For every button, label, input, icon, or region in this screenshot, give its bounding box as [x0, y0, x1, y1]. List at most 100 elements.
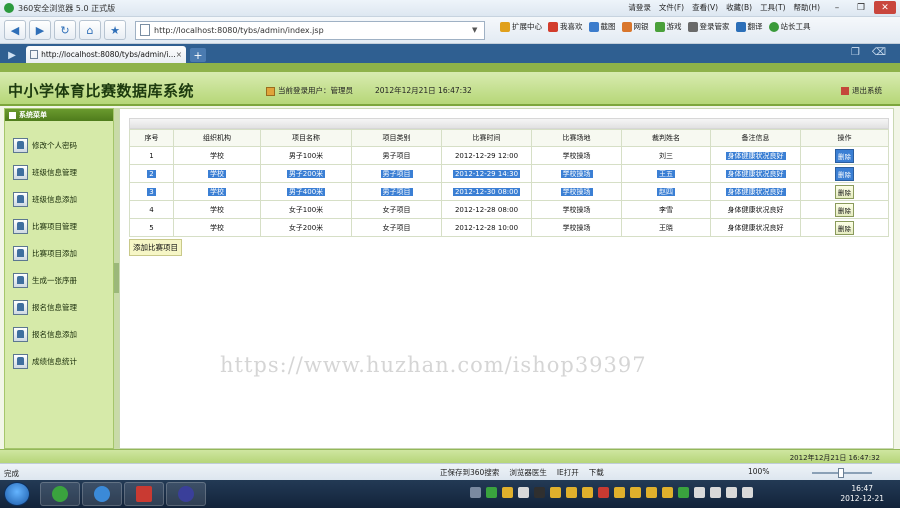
favorite-star-icon[interactable]: ★ — [104, 20, 126, 40]
taskbar-clock[interactable]: 16:47 2012-12-21 — [840, 484, 884, 504]
zoom-level[interactable]: 100% — [748, 467, 769, 476]
logout-link[interactable]: 退出系统 — [841, 85, 882, 96]
sidebar-item-class-add[interactable]: 班级信息添加 — [13, 189, 77, 209]
sidebar-item-label: 班级信息管理 — [32, 167, 77, 177]
sidebar-item-label: 报名信息添加 — [32, 329, 77, 339]
delete-button[interactable]: 删除 — [835, 184, 854, 199]
remarks-text: 身体健康状况良好 — [725, 187, 786, 196]
menu-favorites[interactable]: 收藏(B) — [726, 2, 752, 13]
volume-icon[interactable] — [742, 487, 753, 498]
delete-button[interactable]: 删除 — [835, 148, 854, 163]
qq-icon[interactable] — [646, 487, 657, 498]
menu-view[interactable]: 查看(V) — [692, 2, 718, 13]
tray-icon[interactable] — [518, 487, 529, 498]
sidebar-item-event-manage[interactable]: 比赛项目管理 — [13, 216, 77, 236]
qq-icon[interactable] — [582, 487, 593, 498]
webmaster-tools-button[interactable]: 站长工具 — [768, 21, 811, 32]
screenshot-button[interactable]: 截图 — [588, 21, 616, 32]
toolbox-icon — [136, 486, 152, 502]
new-tab-icon[interactable]: + — [190, 48, 206, 62]
taskbar-360-browser[interactable] — [40, 482, 80, 506]
sidebar-toggle-icon[interactable]: ▶ — [4, 47, 20, 63]
tray-icon[interactable] — [694, 487, 705, 498]
menu-help[interactable]: 帮助(H) — [794, 2, 821, 13]
trash-icon[interactable]: ⌫ — [872, 47, 886, 58]
status-download[interactable]: 下载 — [589, 467, 604, 478]
gamepad-icon — [654, 22, 665, 32]
forward-icon[interactable]: ▶ — [29, 20, 51, 40]
menu-login[interactable]: 请登录 — [628, 2, 651, 13]
sidebar-item-signup-add[interactable]: 报名信息添加 — [13, 324, 77, 344]
cell-event-category: 男子项目 — [351, 146, 442, 165]
sidebar-item-label: 生成一张序册 — [32, 275, 77, 285]
tray-icon[interactable] — [598, 487, 609, 498]
sidebar-item-change-password[interactable]: 修改个人密码 — [13, 135, 77, 155]
status-ie-open[interactable]: IE打开 — [557, 467, 579, 478]
delete-button[interactable]: 删除 — [835, 202, 854, 217]
qq-icon[interactable] — [566, 487, 577, 498]
taskbar-app-red[interactable] — [124, 482, 164, 506]
browser-title-bar: 360安全浏览器 5.0 正式版 请登录 文件(F) 查看(V) 收藏(B) 工… — [0, 0, 900, 17]
url-input[interactable] — [154, 25, 454, 35]
minimize-icon[interactable]: – — [826, 1, 848, 14]
delete-button[interactable]: 删除 — [835, 166, 854, 181]
windows-icon[interactable]: ❐ — [851, 47, 860, 58]
taskbar-eclipse[interactable] — [166, 482, 206, 506]
tray-icon[interactable] — [470, 487, 481, 498]
login-manager-button[interactable]: 登录管家 — [687, 21, 730, 32]
start-button[interactable] — [4, 482, 30, 506]
qq-icon[interactable] — [614, 487, 625, 498]
sidebar-header: 系统菜单 — [5, 109, 113, 121]
sidebar-item-signup-manage[interactable]: 报名信息管理 — [13, 297, 77, 317]
cell-venue: 学校操场 — [531, 200, 622, 219]
close-icon[interactable]: ✕ — [874, 1, 896, 14]
cell-match-time: 2012-12-30 08:00 — [441, 182, 532, 201]
delete-button[interactable]: 删除 — [835, 220, 854, 235]
network-icon[interactable] — [726, 487, 737, 498]
cell-organization: 学校 — [173, 182, 261, 201]
tray-icon[interactable] — [534, 487, 545, 498]
qq-icon[interactable] — [662, 487, 673, 498]
tray-icon[interactable] — [502, 487, 513, 498]
tray-icon[interactable] — [486, 487, 497, 498]
menu-tools[interactable]: 工具(T) — [760, 2, 785, 13]
sidebar-item-event-add[interactable]: 比赛项目添加 — [13, 243, 77, 263]
refresh-icon[interactable]: ↻ — [54, 20, 76, 40]
status-doctor[interactable]: 浏览器医生 — [509, 467, 547, 478]
restore-icon[interactable]: ❐ — [850, 1, 872, 14]
zoom-slider-knob[interactable] — [838, 468, 844, 478]
cell-organization: 学校 — [173, 200, 261, 219]
menu-file[interactable]: 文件(F) — [659, 2, 684, 13]
webmaster-icon — [768, 22, 779, 32]
cell-venue: 学校操场 — [531, 146, 622, 165]
user-card-icon — [13, 245, 28, 261]
address-bar[interactable]: ▼ — [135, 20, 485, 40]
qq-icon[interactable] — [630, 487, 641, 498]
status-search[interactable]: 正保存到360搜索 — [440, 467, 499, 478]
taskbar-ie[interactable] — [82, 482, 122, 506]
tray-icon[interactable] — [678, 487, 689, 498]
tab-active[interactable]: http://localhost:8080/tybs/admin/i... × — [26, 46, 186, 63]
system-tray — [470, 487, 753, 498]
user-icon — [266, 86, 275, 96]
tray-icon[interactable] — [710, 487, 721, 498]
sidebar-item-class-manage[interactable]: 班级信息管理 — [13, 162, 77, 182]
close-tab-icon[interactable]: × — [176, 50, 182, 59]
like-button[interactable]: 我喜欢 — [548, 21, 583, 32]
cell-match-time: 2012-12-28 08:00 — [441, 200, 532, 219]
bank-button[interactable]: 网银 — [621, 21, 649, 32]
qq-icon[interactable] — [550, 487, 561, 498]
scissors-icon — [588, 22, 599, 32]
home-icon[interactable]: ⌂ — [79, 20, 101, 40]
sidebar-item-generate-order[interactable]: 生成一张序册 — [13, 270, 77, 290]
main-content: 序号 组织机构 项目名称 项目类别 比赛时间 比赛场地 裁判姓名 备注信息 操作… — [119, 108, 894, 449]
col-header-event-category: 项目类别 — [351, 129, 442, 147]
translate-button[interactable]: 翻译 — [735, 21, 763, 32]
sidebar-item-score-stats[interactable]: 成绩信息统计 — [13, 351, 77, 371]
games-button[interactable]: 游戏 — [654, 21, 682, 32]
extensions-button[interactable]: 扩展中心 — [500, 21, 542, 32]
add-event-button[interactable]: 添加比赛项目 — [129, 239, 182, 256]
zoom-slider[interactable] — [812, 468, 872, 478]
chevron-down-icon[interactable]: ▼ — [472, 26, 484, 34]
back-icon[interactable]: ◀ — [4, 20, 26, 40]
